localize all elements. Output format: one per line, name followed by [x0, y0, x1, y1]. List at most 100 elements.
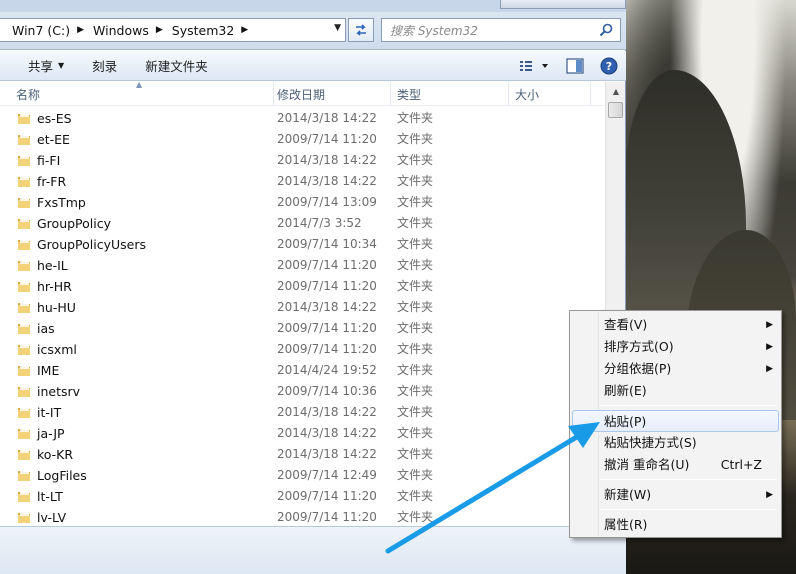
menu-label: 粘贴(P) [604, 414, 647, 429]
breadcrumb-label: Windows [93, 22, 149, 38]
file-type: 文件夹 [397, 342, 434, 356]
file-name: fr-FR [37, 174, 67, 189]
file-date: 2009/7/14 11:20 [277, 258, 377, 272]
file-row[interactable]: FxsTmp 2009/7/14 13:09 文件夹 [0, 192, 604, 213]
column-type-label: 类型 [397, 88, 422, 102]
chevron-right-icon[interactable]: ▶ [77, 25, 84, 35]
folder-icon [18, 176, 30, 187]
folder-icon [18, 449, 30, 460]
column-header-type[interactable]: 类型 [391, 82, 509, 106]
file-type: 文件夹 [397, 279, 434, 293]
file-name: fi-FI [37, 153, 61, 168]
folder-icon [18, 260, 30, 271]
new-folder-button[interactable]: 新建文件夹 [135, 56, 218, 75]
file-name: et-EE [37, 132, 70, 147]
search-icon[interactable] [598, 22, 614, 38]
scroll-thumb[interactable] [608, 102, 623, 118]
file-row[interactable]: es-ES 2014/3/18 14:22 文件夹 [0, 108, 604, 129]
file-name: IME [37, 363, 60, 378]
file-row[interactable]: GroupPolicyUsers 2009/7/14 10:34 文件夹 [0, 234, 604, 255]
breadcrumb-windows[interactable]: Windows ▶ [93, 23, 172, 38]
chevron-right-icon[interactable]: ▶ [241, 25, 248, 35]
file-date: 2009/7/14 11:20 [277, 510, 377, 524]
file-date: 2014/3/18 14:22 [277, 153, 377, 167]
file-date: 2009/7/14 12:49 [277, 468, 377, 482]
burn-button[interactable]: 刻录 [82, 56, 127, 75]
file-name: hr-HR [37, 279, 72, 294]
file-row[interactable]: icsxml 2009/7/14 11:20 文件夹 [0, 339, 604, 360]
folder-icon [18, 134, 30, 145]
menu-label: 排序方式(O) [604, 339, 674, 354]
folder-icon [18, 491, 30, 502]
file-type: 文件夹 [397, 111, 434, 125]
menu-label: 属性(R) [604, 517, 648, 532]
menu-item-sort[interactable]: 排序方式(O) ▶ [572, 336, 779, 358]
menu-label: 刷新(E) [604, 383, 647, 398]
folder-icon [18, 386, 30, 397]
annotation-arrow-icon [385, 422, 600, 554]
file-date: 2014/3/18 14:22 [277, 300, 377, 314]
view-list-icon [520, 61, 548, 71]
file-date: 2014/3/18 14:22 [277, 426, 377, 440]
file-type: 文件夹 [397, 216, 434, 230]
search-input[interactable]: 搜索 System32 [381, 18, 621, 42]
file-date: 2009/7/14 10:34 [277, 237, 377, 251]
folder-icon [18, 239, 30, 250]
menu-label: 分组依据(P) [604, 361, 672, 376]
file-name: ias [37, 321, 55, 336]
column-date-label: 修改日期 [277, 88, 326, 102]
preview-pane-button[interactable] [564, 56, 586, 76]
column-header-date[interactable]: 修改日期 [271, 82, 391, 106]
file-date: 2009/7/14 13:09 [277, 195, 377, 209]
preview-pane-icon [566, 58, 584, 74]
file-row[interactable]: he-IL 2009/7/14 11:20 文件夹 [0, 255, 604, 276]
view-options-button[interactable] [516, 56, 552, 76]
column-header-bar: 名称 ▲ 修改日期 类型 大小 [0, 80, 604, 106]
menu-item-refresh[interactable]: 刷新(E) [572, 380, 779, 402]
file-date: 2014/3/18 14:22 [277, 174, 377, 188]
file-row[interactable]: IME 2014/4/24 19:52 文件夹 [0, 360, 604, 381]
view-controls: ? [510, 51, 626, 81]
file-name: icsxml [37, 342, 77, 357]
file-name: ko-KR [37, 447, 74, 462]
submenu-arrow-icon: ▶ [766, 320, 773, 330]
help-button[interactable]: ? [598, 56, 620, 76]
file-type: 文件夹 [397, 153, 434, 167]
breadcrumb-system32[interactable]: System32 ▶ [172, 23, 257, 38]
menu-item-view[interactable]: 查看(V) ▶ [572, 314, 779, 336]
navigation-bar: Win7 (C:) ▶ Windows ▶ System32 ▶ ▼ 搜索 Sy… [0, 0, 626, 50]
file-type: 文件夹 [397, 300, 434, 314]
file-type: 文件夹 [397, 174, 434, 188]
folder-icon [18, 512, 30, 523]
column-header-size[interactable]: 大小 [509, 82, 591, 106]
burn-label: 刻录 [92, 59, 118, 74]
file-name: GroupPolicy [37, 216, 112, 231]
file-date: 2009/7/14 11:20 [277, 342, 377, 356]
file-row[interactable]: et-EE 2009/7/14 11:20 文件夹 [0, 129, 604, 150]
window-control-buttons[interactable] [500, 0, 626, 9]
file-date: 2014/4/24 19:52 [277, 363, 377, 377]
file-row[interactable]: hu-HU 2014/3/18 14:22 文件夹 [0, 297, 604, 318]
file-type: 文件夹 [397, 321, 434, 335]
submenu-arrow-icon: ▶ [766, 342, 773, 352]
refresh-button[interactable] [348, 18, 374, 42]
share-button[interactable]: 共享 ▼ [18, 56, 74, 75]
menu-separator [600, 405, 777, 406]
chevron-down-icon[interactable]: ▼ [334, 23, 341, 33]
file-row[interactable]: ias 2009/7/14 11:20 文件夹 [0, 318, 604, 339]
breadcrumb-drive[interactable]: Win7 (C:) ▶ [12, 23, 93, 38]
new-folder-label: 新建文件夹 [145, 59, 208, 74]
folder-icon [18, 470, 30, 481]
file-row[interactable]: hr-HR 2009/7/14 11:20 文件夹 [0, 276, 604, 297]
sort-ascending-icon: ▲ [136, 80, 143, 89]
file-row[interactable]: fr-FR 2014/3/18 14:22 文件夹 [0, 171, 604, 192]
file-row[interactable]: inetsrv 2009/7/14 10:36 文件夹 [0, 381, 604, 402]
scroll-up-arrow-icon[interactable]: ▲ [607, 82, 625, 100]
file-row[interactable]: fi-FI 2014/3/18 14:22 文件夹 [0, 150, 604, 171]
file-date: 2014/3/18 14:22 [277, 447, 377, 461]
menu-item-group[interactable]: 分组依据(P) ▶ [572, 358, 779, 380]
address-bar[interactable]: Win7 (C:) ▶ Windows ▶ System32 ▶ ▼ [0, 18, 346, 42]
file-row[interactable]: GroupPolicy 2014/7/3 3:52 文件夹 [0, 213, 604, 234]
breadcrumb-label: System32 [171, 22, 235, 38]
chevron-right-icon[interactable]: ▶ [156, 25, 163, 35]
